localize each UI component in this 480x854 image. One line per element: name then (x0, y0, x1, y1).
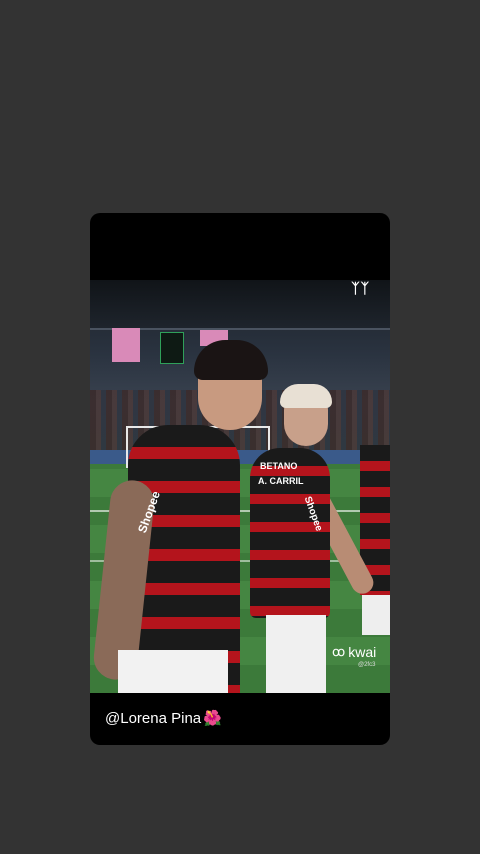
caption-text: @Lorena Pina (105, 709, 202, 727)
kwai-watermark: ꝏ kwai (332, 644, 376, 660)
caption[interactable]: @Lorena Pina 🌺 (105, 709, 222, 728)
brand-logo-icon: ᛉᛉ (351, 280, 370, 296)
kwai-label: kwai (348, 644, 377, 660)
scoreboard (160, 332, 184, 364)
jersey-sponsor-text: BETANO (260, 461, 298, 471)
stadium-screen (112, 328, 140, 362)
kwai-logo-icon: ꝏ (332, 644, 346, 659)
kwai-handle: @2fc3 (358, 662, 376, 668)
player-blond-hair (280, 384, 332, 408)
player-blond-shorts (266, 615, 326, 693)
stadium-roof (90, 280, 390, 330)
flower-icon: 🌺 (203, 710, 222, 727)
player-main-hair (194, 340, 268, 380)
player-right-shorts (362, 595, 390, 635)
player-main-shorts (118, 650, 228, 693)
jersey-name-text: A. CARRIL (258, 476, 304, 486)
story-card[interactable]: BETANO A. CARRIL Shopee Shopee ᛉᛉ ꝏ kwai… (90, 213, 390, 745)
player-blond (250, 448, 330, 618)
video-frame[interactable]: BETANO A. CARRIL Shopee Shopee ᛉᛉ ꝏ kwai… (90, 280, 390, 693)
